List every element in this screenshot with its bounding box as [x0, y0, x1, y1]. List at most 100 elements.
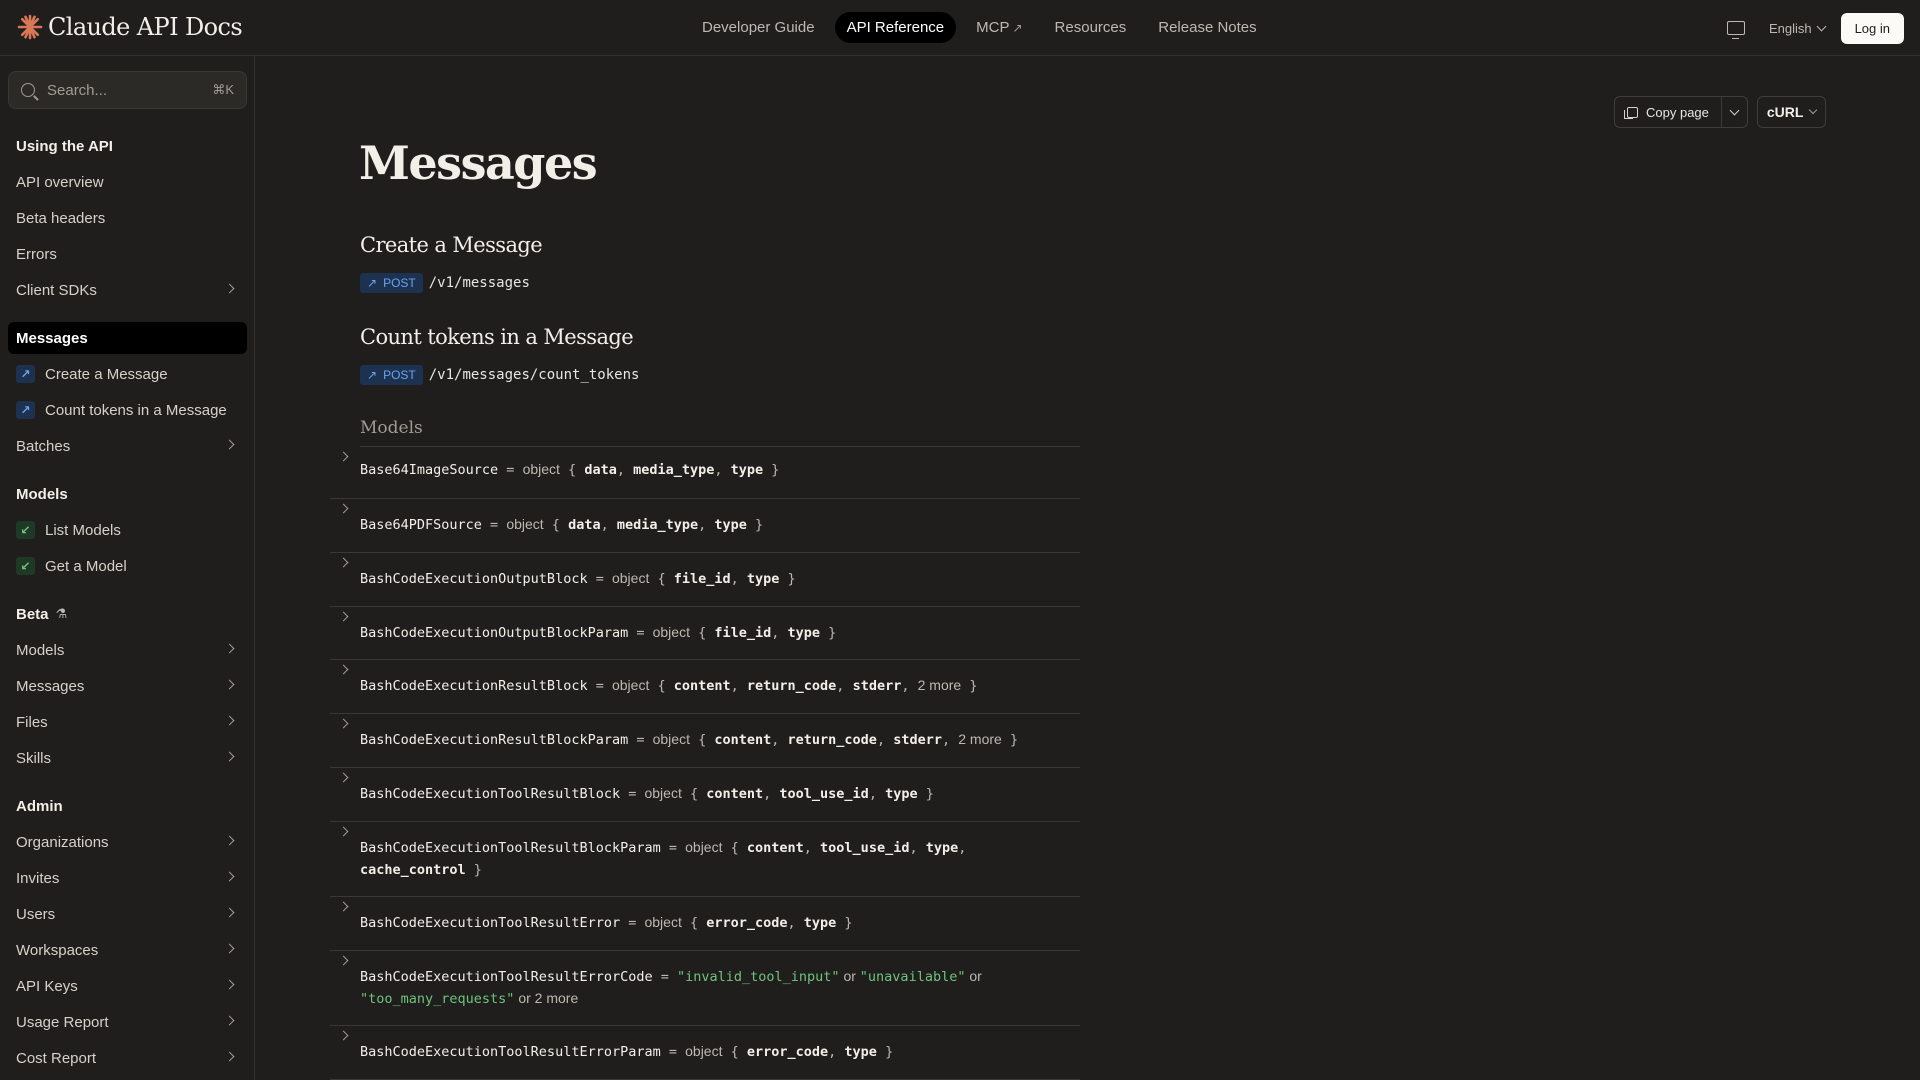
brace-close: }: [961, 678, 978, 694]
sidebar-item-organizations[interactable]: Organizations: [8, 826, 247, 858]
endpoint-path: /v1/messages: [428, 275, 530, 291]
model-field: data: [568, 517, 601, 533]
model-row[interactable]: BashCodeExecutionToolResultErrorCode = "…: [330, 951, 1080, 1026]
sidebar-item-label: Files: [16, 713, 48, 731]
more-count: 2 more: [534, 990, 579, 1006]
sidebar-item-beta-headers[interactable]: Beta headers: [8, 202, 247, 234]
copy-page-dropdown[interactable]: [1720, 97, 1747, 127]
sidebar-item-errors[interactable]: Errors: [8, 238, 247, 270]
comma: ,: [941, 732, 959, 748]
monitor-icon[interactable]: [1726, 21, 1745, 39]
comma: ,: [958, 840, 967, 856]
model-field: type: [787, 625, 821, 641]
endpoint-signature[interactable]: ↗ POST /v1/messages/count_tokens: [360, 365, 639, 385]
copy-page-button[interactable]: Copy page: [1615, 97, 1721, 127]
chevron-right-icon: [338, 664, 349, 675]
endpoint-signature[interactable]: ↗ POST /v1/messages: [360, 273, 530, 293]
endpoint-title[interactable]: Create a Message: [360, 233, 543, 257]
model-field: return_code: [787, 732, 877, 748]
anthropic-star-icon: [17, 14, 43, 40]
model-name: BashCodeExecutionToolResultErrorParam: [360, 1044, 661, 1060]
model-signature: BashCodeExecutionToolResultBlockParam = …: [360, 837, 1040, 881]
brace-close: }: [779, 571, 796, 587]
sidebar-item-workspaces[interactable]: Workspaces: [8, 934, 247, 966]
brace-open: {: [689, 732, 715, 748]
model-row[interactable]: BashCodeExecutionToolResultBlockParam = …: [330, 822, 1080, 897]
sidebar-item-skills[interactable]: Skills: [8, 742, 247, 774]
arrow-up-right-icon: ↗: [16, 401, 35, 419]
sidebar-item-batches[interactable]: Batches: [8, 430, 247, 462]
model-field: error_code: [746, 1044, 829, 1060]
model-row[interactable]: BashCodeExecutionOutputBlockParam = obje…: [330, 607, 1080, 660]
sidebar-item-label: API Keys: [16, 977, 78, 995]
sidebar-item-client-sdks[interactable]: Client SDKs: [8, 274, 247, 306]
arrow-down-left-icon: ↙: [16, 557, 35, 575]
model-field: content: [706, 786, 764, 802]
sidebar-item-get-a-model[interactable]: ↙ Get a Model: [8, 550, 247, 582]
model-row[interactable]: BashCodeExecutionOutputBlock = object { …: [330, 553, 1080, 607]
comma: ,: [803, 840, 821, 856]
model-row[interactable]: BashCodeExecutionResultBlockParam = obje…: [330, 714, 1080, 768]
sidebar-item-invites[interactable]: Invites: [8, 862, 247, 894]
page-title: Messages: [359, 136, 598, 190]
model-field: content: [714, 732, 772, 748]
sidebar-item-label: Using the API: [16, 137, 113, 155]
sidebar-item-usage-report[interactable]: Usage Report: [8, 1006, 247, 1038]
logo-text: Claude API Docs: [48, 13, 243, 41]
sidebar-item-api-keys[interactable]: API Keys: [8, 970, 247, 1002]
logo[interactable]: Claude API Docs: [16, 11, 243, 43]
nav-right: English Log in: [1726, 11, 1904, 45]
model-row[interactable]: BashCodeExecutionToolResultErrorParam = …: [330, 1026, 1080, 1080]
sidebar-item-count-tokens-in-a-message[interactable]: ↗ Count tokens in a Message: [8, 394, 247, 426]
sidebar-item-messages[interactable]: Messages: [8, 670, 247, 702]
model-signature: BashCodeExecutionOutputBlockParam = obje…: [360, 622, 1040, 644]
language-dropdown[interactable]: cURL: [1756, 96, 1827, 128]
nav-mcp[interactable]: MCP ↗: [964, 12, 1034, 43]
sidebar-item-users[interactable]: Users: [8, 898, 247, 930]
model-row[interactable]: BashCodeExecutionToolResultBlock = objec…: [330, 768, 1080, 822]
nav-api-reference[interactable]: API Reference: [834, 12, 957, 43]
model-row[interactable]: Base64ImageSource = object { data, media…: [330, 451, 1080, 499]
language-select[interactable]: English: [1769, 21, 1827, 36]
nav-resources[interactable]: Resources: [1043, 12, 1139, 43]
model-name: BashCodeExecutionOutputBlockParam: [360, 625, 629, 641]
sidebar-item-models: Models: [8, 478, 247, 510]
model-row[interactable]: Base64PDFSource = object { data, media_t…: [330, 499, 1080, 553]
model-kind: object: [685, 1043, 723, 1059]
login-button[interactable]: Log in: [1840, 12, 1904, 44]
model-row[interactable]: BashCodeExecutionResultBlock = object { …: [330, 660, 1080, 714]
equals-sign: =: [587, 571, 612, 587]
model-field: tool_use_id: [820, 840, 910, 856]
or-keyword: or: [965, 968, 982, 984]
sidebar-item-list-models[interactable]: ↙ List Models: [8, 514, 247, 546]
endpoint-title[interactable]: Count tokens in a Message: [360, 325, 634, 349]
comma: ,: [787, 915, 804, 931]
sidebar-item-cost-report[interactable]: Cost Report: [8, 1042, 247, 1074]
sidebar-item-label: Client SDKs: [16, 281, 97, 299]
chevron-right-icon: [338, 772, 349, 783]
comma: ,: [828, 1044, 845, 1060]
model-row[interactable]: BashCodeExecutionToolResultError = objec…: [330, 897, 1080, 951]
chevron-right-icon: [338, 611, 349, 622]
nav-release-notes[interactable]: Release Notes: [1146, 12, 1268, 43]
model-field: stderr: [852, 678, 902, 694]
search-box[interactable]: Search... ⌘K: [8, 71, 247, 109]
sidebar-item-api-overview[interactable]: API overview: [8, 166, 247, 198]
sidebar-item-messages[interactable]: Messages: [8, 322, 247, 354]
sidebar-item-label: List Models: [45, 521, 121, 539]
sidebar-item-label: Errors: [16, 245, 57, 263]
model-field: content: [746, 840, 804, 856]
brace-close: }: [465, 862, 482, 878]
model-kind: object: [611, 677, 650, 693]
sidebar-item-files[interactable]: Files: [8, 706, 247, 738]
language-dropdown-label: cURL: [1766, 104, 1804, 120]
model-field: type: [925, 840, 959, 856]
sidebar-item-models[interactable]: Models: [8, 634, 247, 666]
sidebar-item-label: Messages: [16, 329, 88, 347]
method-badge: ↗ POST: [360, 273, 423, 293]
comma: ,: [600, 517, 617, 533]
comma: ,: [763, 786, 780, 802]
nav-developer-guide[interactable]: Developer Guide: [690, 12, 827, 43]
sidebar-item-create-a-message[interactable]: ↗ Create a Message: [8, 358, 247, 390]
chevron-right-icon: [224, 715, 235, 726]
